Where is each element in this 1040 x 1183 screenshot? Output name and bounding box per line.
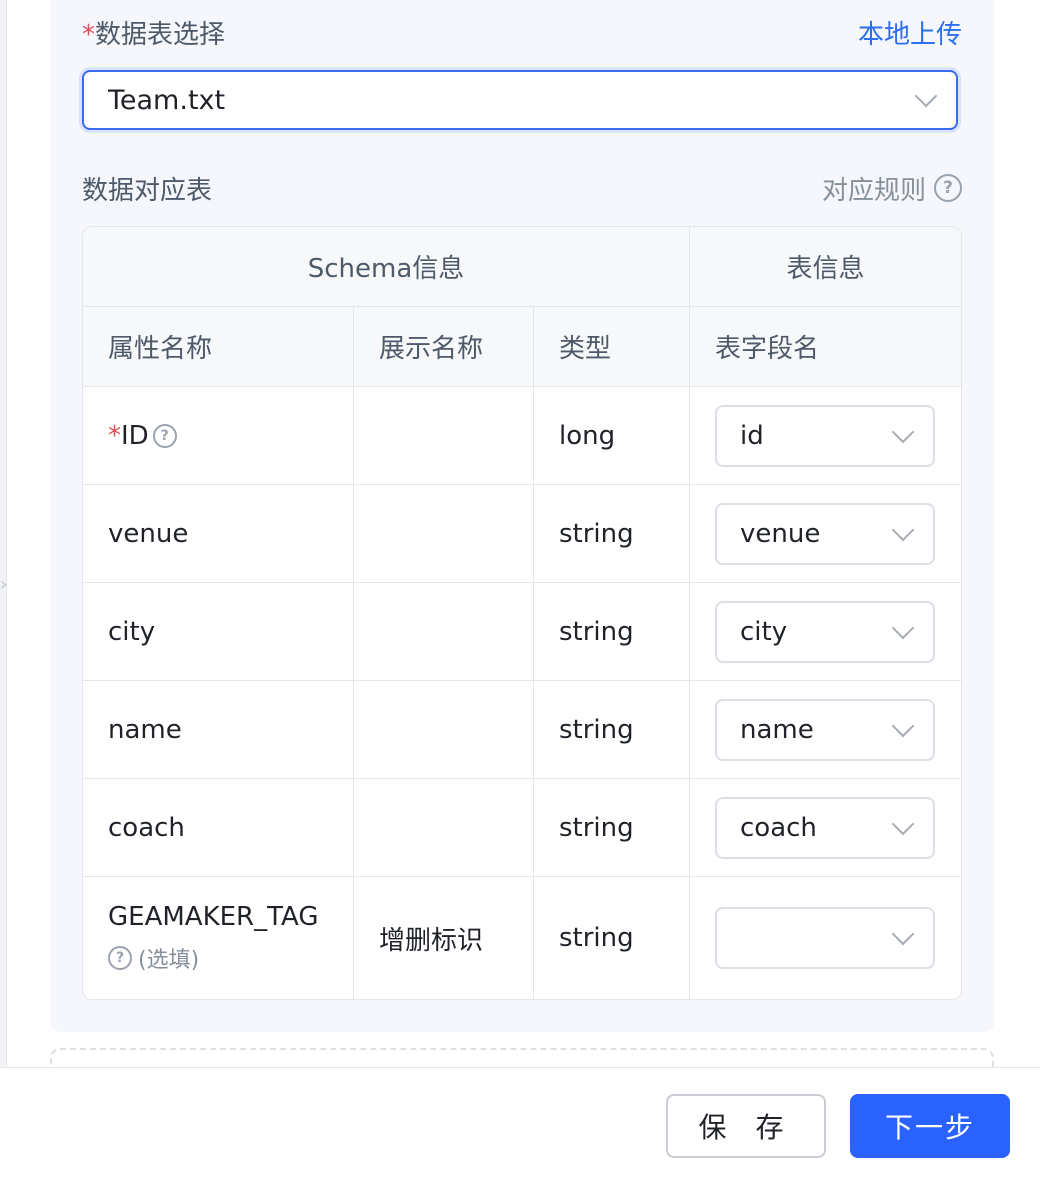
required-mark: * bbox=[108, 420, 121, 451]
help-icon[interactable]: ? bbox=[108, 946, 132, 970]
display-name bbox=[354, 779, 534, 877]
help-icon[interactable]: ? bbox=[152, 423, 177, 448]
save-button[interactable]: 保 存 bbox=[666, 1094, 826, 1158]
field-select-value: venue bbox=[740, 519, 821, 549]
mapping-title: 数据对应表 bbox=[82, 175, 213, 206]
display-name bbox=[354, 681, 534, 779]
display-name bbox=[354, 485, 534, 583]
optional-hint: ? (选填) bbox=[108, 942, 199, 974]
table-row-attr: GEAMAKER_TAG ? (选填) bbox=[83, 877, 354, 999]
field-select-value: name bbox=[740, 715, 814, 745]
mapping-rule-link-label: 对应规则 bbox=[821, 175, 926, 206]
type-value: string bbox=[534, 877, 690, 999]
attr-name: coach bbox=[83, 779, 354, 877]
chevron-down-icon bbox=[891, 420, 915, 444]
attr-name: city bbox=[83, 583, 354, 681]
column-header-type: 类型 bbox=[534, 307, 690, 387]
next-step-button[interactable]: 下一步 bbox=[850, 1094, 1010, 1158]
chevron-down-icon bbox=[891, 922, 915, 946]
table-select-label: *数据表选择 bbox=[82, 14, 225, 51]
field-select-value: id bbox=[740, 421, 764, 451]
mapping-title-row: 数据对应表 对应规则 ? bbox=[82, 168, 962, 208]
group-header-table-info: 表信息 bbox=[690, 227, 961, 307]
type-value: string bbox=[534, 485, 690, 583]
type-value: long bbox=[534, 387, 690, 485]
chevron-down-icon bbox=[891, 616, 915, 640]
required-mark: * bbox=[82, 19, 95, 50]
attr-name: ID bbox=[121, 420, 149, 451]
table-select-label-text: 数据表选择 bbox=[95, 19, 226, 50]
table-select-value: Team.txt bbox=[108, 84, 226, 116]
column-header-display-name: 展示名称 bbox=[354, 307, 534, 387]
field-select-coach[interactable]: coach bbox=[715, 797, 935, 859]
attr-name: name bbox=[83, 681, 354, 779]
table-row-attr: * ID ? bbox=[83, 387, 354, 485]
field-select-name[interactable]: name bbox=[715, 699, 935, 761]
table-select[interactable]: Team.txt bbox=[82, 70, 958, 130]
column-header-field-name: 表字段名 bbox=[690, 307, 961, 387]
field-select-geamaker-tag[interactable] bbox=[715, 907, 935, 969]
chevron-down-icon bbox=[891, 812, 915, 836]
field-select-id[interactable]: id bbox=[715, 405, 935, 467]
display-name: 增删标识 bbox=[354, 877, 534, 999]
chevron-down-icon bbox=[891, 714, 915, 738]
group-header-schema: Schema信息 bbox=[83, 227, 690, 307]
optional-label: (选填) bbox=[138, 948, 200, 973]
display-name bbox=[354, 387, 534, 485]
upload-local-link[interactable]: 本地上传 bbox=[858, 14, 962, 51]
attr-name: GEAMAKER_TAG bbox=[108, 902, 319, 932]
mapping-rule-link[interactable]: 对应规则 ? bbox=[822, 170, 962, 207]
chevron-down-icon bbox=[891, 518, 915, 542]
attr-name: venue bbox=[83, 485, 354, 583]
type-value: string bbox=[534, 681, 690, 779]
display-name bbox=[354, 583, 534, 681]
field-select-value: city bbox=[740, 617, 788, 647]
field-select-value: coach bbox=[740, 813, 817, 843]
help-icon[interactable]: ? bbox=[934, 174, 962, 202]
column-header-attr-name: 属性名称 bbox=[83, 307, 354, 387]
chevron-down-icon bbox=[914, 84, 938, 108]
type-value: string bbox=[534, 583, 690, 681]
chevron-right-icon[interactable]: › bbox=[0, 565, 8, 605]
table-select-label-row: *数据表选择 本地上传 bbox=[82, 12, 962, 52]
field-select-city[interactable]: city bbox=[715, 601, 935, 663]
type-value: string bbox=[534, 779, 690, 877]
field-select-venue[interactable]: venue bbox=[715, 503, 935, 565]
